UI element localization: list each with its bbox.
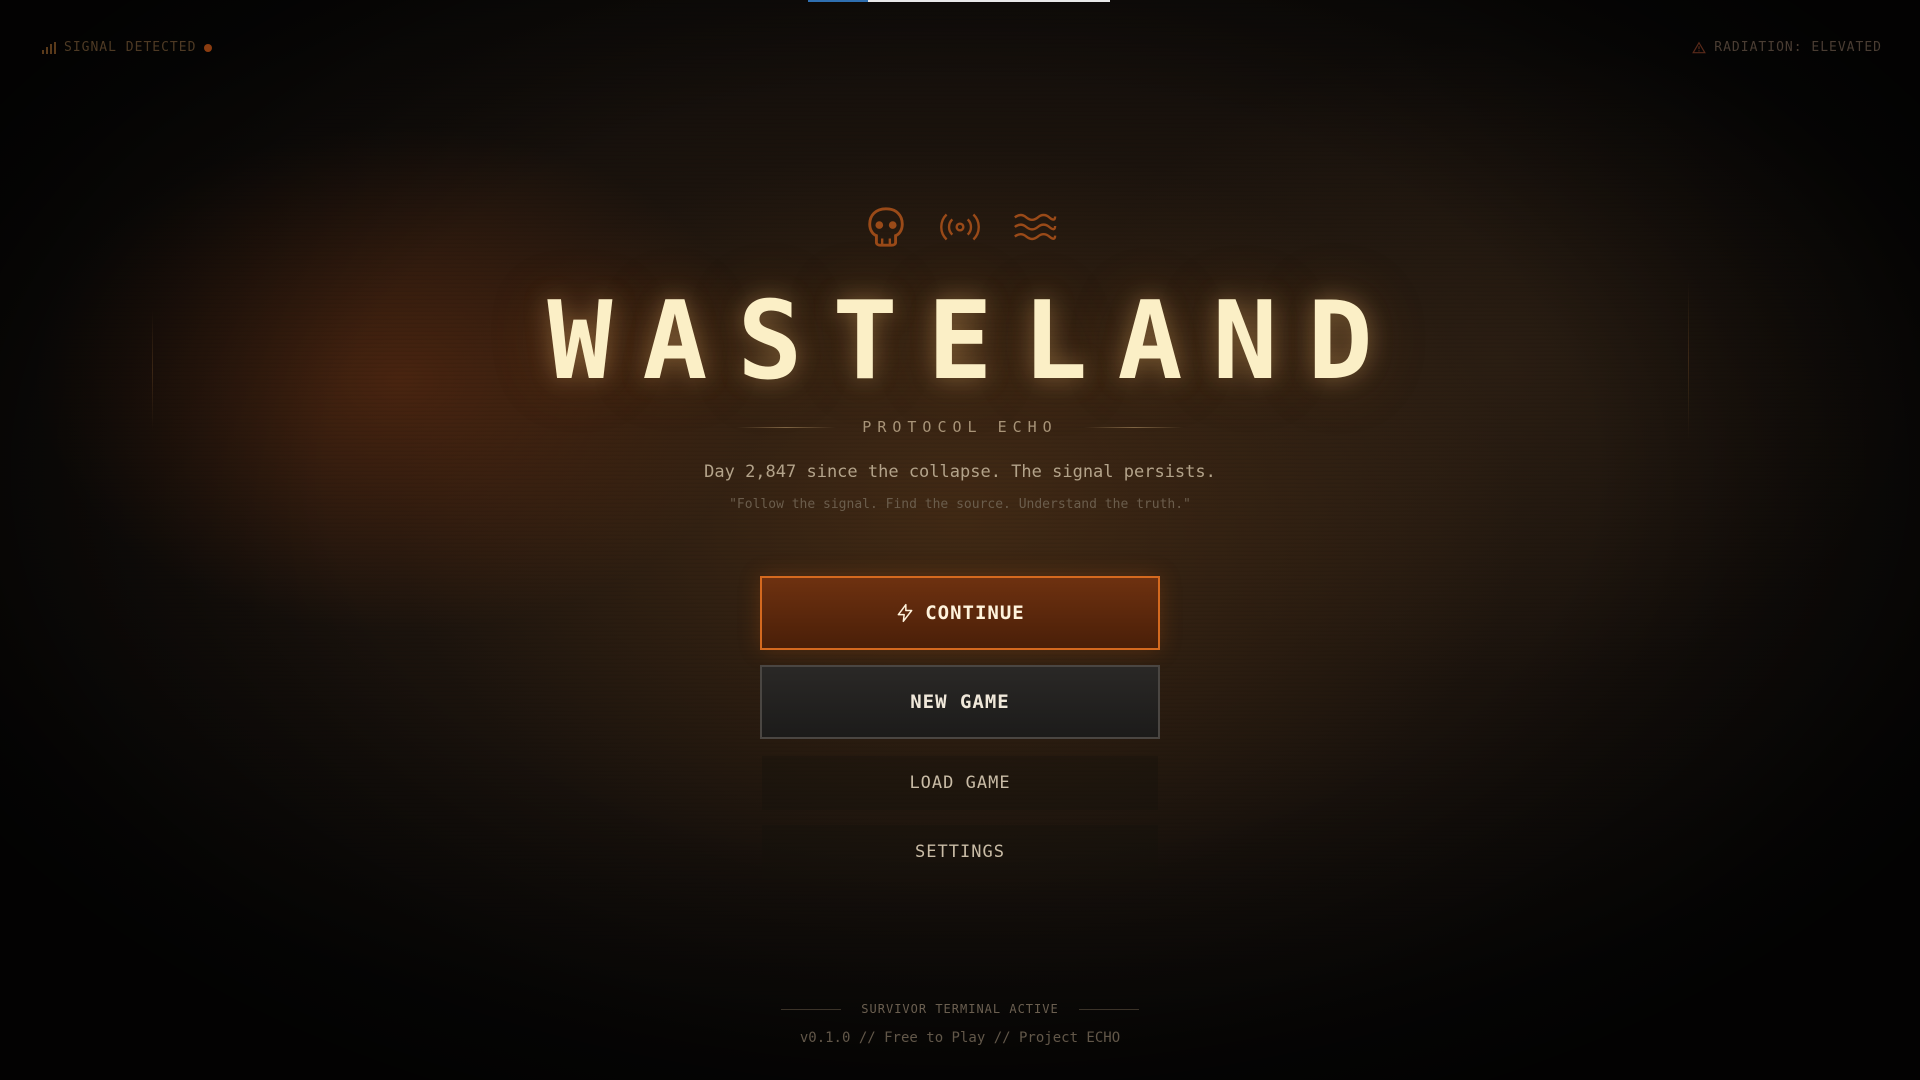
loading-progress-fill [808,0,869,2]
signal-status: SIGNAL DETECTED [42,40,213,55]
footer-rule-right [1078,1008,1139,1010]
skull-icon [868,207,904,247]
settings-button-label: SETTINGS [915,842,1005,862]
new-game-button-label: NEW GAME [910,691,1010,713]
radiation-status-label: RADIATION: ELEVATED [1714,40,1882,55]
header-icon-row [0,204,1920,250]
main-menu: CONTINUE NEW GAME LOAD GAME SETTINGS [760,576,1160,879]
radiation-status: RADIATION: ELEVATED [1692,40,1882,55]
settings-button[interactable]: SETTINGS [762,825,1158,879]
tagline: Day 2,847 since the collapse. The signal… [704,462,1216,482]
footer-rule-left [781,1008,842,1010]
terminal-status-label: SURVIVOR TERMINAL ACTIVE [861,1002,1059,1016]
lightning-bolt-icon [897,603,913,623]
new-game-button[interactable]: NEW GAME [760,665,1160,739]
load-game-button[interactable]: LOAD GAME [762,756,1158,810]
game-title: WASTELAND [547,279,1403,404]
signal-bars-icon [42,41,56,54]
loading-progress-bar [808,0,1110,2]
footer-status: SURVIVOR TERMINAL ACTIVE [0,1002,1920,1016]
load-game-button-label: LOAD GAME [909,773,1011,793]
subtitle-rule-right [1083,426,1184,428]
subtitle-row: PROTOCOL ECHO [0,418,1920,436]
game-subtitle: PROTOCOL ECHO [862,418,1058,436]
warning-icon [1692,41,1707,53]
version-info: v0.1.0 // Free to Play // Project ECHO [799,1030,1121,1046]
signal-status-label: SIGNAL DETECTED [64,40,197,55]
background [0,0,1920,1080]
waves-icon [1014,213,1057,241]
signal-indicator-dot [204,43,213,52]
subtitle-rule-left [736,426,837,428]
continue-button-label: CONTINUE [925,602,1025,624]
quote: "Follow the signal. Find the source. Und… [729,497,1191,512]
broadcast-signal-icon [940,213,980,241]
continue-button[interactable]: CONTINUE [760,576,1160,650]
